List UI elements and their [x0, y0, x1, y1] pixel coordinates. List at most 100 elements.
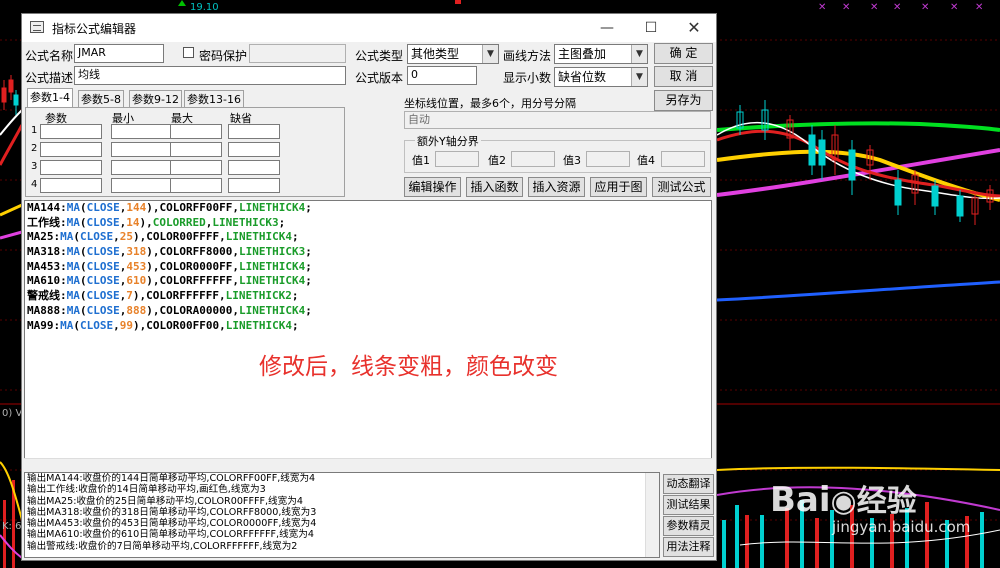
code-token: ( — [80, 201, 87, 214]
code-token: CLOSE — [86, 201, 120, 214]
formula-name-input[interactable]: JMAR — [74, 44, 164, 63]
param-name-field[interactable] — [40, 160, 102, 175]
tab-params-1-4[interactable]: 参数1-4 — [27, 88, 73, 108]
svg-text:✕: ✕ — [975, 2, 983, 13]
volume-axis-label: 0) V — [2, 408, 22, 419]
paw-icon: ◉ — [830, 484, 857, 519]
param-min-field[interactable] — [111, 160, 173, 175]
code-token: ),COLORFF8000, — [146, 245, 239, 259]
param-wizard-button[interactable]: 参数精灵 — [663, 516, 714, 536]
code-token: LINETHICK4 — [238, 259, 306, 273]
horizontal-scrollbar[interactable] — [24, 458, 712, 473]
yaxis-value-4-input[interactable] — [661, 151, 705, 167]
coord-input[interactable]: 自动 — [404, 111, 711, 129]
yaxis-group: 额外Y轴分界 值1 值2 值3 值4 — [404, 133, 711, 173]
param-min-field[interactable] — [111, 142, 173, 157]
param-default-field[interactable] — [228, 142, 280, 157]
param-min-field[interactable] — [111, 124, 173, 139]
code-token: CLOSE — [86, 289, 120, 303]
code-token: ; — [305, 245, 312, 259]
param-max-field[interactable] — [170, 160, 222, 175]
code-line[interactable]: MA888:MA(CLOSE,888),COLORA00000,LINETHIC… — [25, 304, 711, 319]
password-checkbox[interactable] — [183, 47, 194, 58]
param-default-field[interactable] — [228, 178, 280, 193]
code-token: CLOSE — [86, 274, 120, 288]
vertical-scrollbar[interactable] — [645, 473, 659, 557]
code-token: 144 — [126, 201, 147, 214]
ok-button[interactable]: 确 定 — [654, 43, 713, 64]
draw-method-select[interactable]: 主图叠加 ▼ — [554, 44, 648, 64]
tab-params-5-8[interactable]: 参数5-8 — [78, 90, 124, 108]
code-line[interactable]: MA99:MA(CLOSE,99),COLOR00FF00,LINETHICK4… — [25, 319, 711, 334]
minimize-icon[interactable]: — — [585, 14, 629, 42]
output-line: 输出MA25:收盘价的25日简单移动平均,COLOR00FFFF,线宽为4 — [27, 495, 303, 507]
param-row-label: 4 — [31, 179, 38, 190]
insert-function-button[interactable]: 插入函数 — [466, 177, 523, 197]
code-token: ; — [305, 201, 312, 214]
tab-params-13-16[interactable]: 参数13-16 — [184, 90, 244, 108]
param-min-field[interactable] — [111, 178, 173, 193]
param-name-field[interactable] — [40, 124, 102, 139]
param-name-field[interactable] — [40, 178, 102, 193]
chevron-down-icon[interactable]: ▼ — [631, 68, 647, 86]
code-token: ( — [80, 259, 87, 273]
code-token: CLOSE — [80, 318, 114, 332]
param-max-field[interactable] — [170, 124, 222, 139]
maximize-icon[interactable]: ☐ — [629, 14, 673, 42]
dialog-title: 指标公式编辑器 — [52, 22, 137, 36]
code-area[interactable]: MA144:MA(CLOSE,144),COLORFF00FF,LINETHIC… — [25, 201, 711, 333]
insert-resource-button[interactable]: 插入资源 — [528, 177, 585, 197]
code-line[interactable]: 工作线:MA(CLOSE,14),COLORRED,LINETHICK3; — [25, 216, 711, 231]
param-max-field[interactable] — [170, 178, 222, 193]
code-token: ( — [79, 215, 87, 229]
param-row-label: 3 — [31, 161, 38, 172]
close-icon[interactable]: ✕ — [672, 14, 716, 42]
code-line[interactable]: MA144:MA(CLOSE,144),COLORFF00FF,LINETHIC… — [25, 201, 711, 216]
code-token: ( — [73, 230, 80, 244]
code-token: LINETHICK3 — [238, 245, 306, 259]
code-line[interactable]: MA318:MA(CLOSE,318),COLORFF8000,LINETHIC… — [25, 245, 711, 260]
code-token: ; — [305, 274, 312, 288]
password-input[interactable] — [249, 44, 346, 63]
cancel-button[interactable]: 取 消 — [654, 66, 713, 87]
code-line[interactable]: 警戒线:MA(CLOSE,7),COLORFFFFFF,LINETHICK2; — [25, 289, 711, 304]
code-token: 25 — [119, 230, 133, 244]
code-token: , — [113, 318, 120, 332]
tab-params-9-12[interactable]: 参数9-12 — [129, 90, 182, 108]
chevron-down-icon[interactable]: ▼ — [631, 45, 647, 63]
yaxis-value-3-input[interactable] — [586, 151, 630, 167]
param-default-field[interactable] — [228, 160, 280, 175]
code-line[interactable]: MA453:MA(CLOSE,453),COLOR0000FF,LINETHIC… — [25, 260, 711, 275]
chevron-down-icon[interactable]: ▼ — [482, 45, 498, 63]
code-token: CLOSE — [86, 215, 120, 229]
code-line[interactable]: MA610:MA(CLOSE,610),COLORFFFFFF,LINETHIC… — [25, 274, 711, 289]
formula-desc-input[interactable]: 均线 — [74, 66, 346, 85]
yaxis-value-1-input[interactable] — [435, 151, 479, 167]
formula-type-select[interactable]: 其他类型 ▼ — [407, 44, 499, 64]
code-token: ; — [291, 289, 299, 303]
title-bar[interactable]: 指标公式编辑器 — ☐ ✕ — [22, 14, 716, 42]
code-token: MA453: — [27, 259, 67, 273]
code-token: 99 — [119, 318, 133, 332]
code-token: MA144: — [27, 201, 67, 214]
param-name-field[interactable] — [40, 142, 102, 157]
code-line[interactable]: MA25:MA(CLOSE,25),COLOR00FFFF,LINETHICK4… — [25, 230, 711, 245]
param-default-field[interactable] — [228, 124, 280, 139]
test-result-button[interactable]: 测试结果 — [663, 495, 714, 515]
yaxis-value-2-input[interactable] — [511, 151, 555, 167]
code-token: 警戒线: — [27, 289, 67, 303]
param-max-field[interactable] — [170, 142, 222, 157]
usage-notes-button[interactable]: 用法注释 — [663, 537, 714, 557]
svg-text:✕: ✕ — [818, 2, 826, 13]
formula-code-editor[interactable]: MA144:MA(CLOSE,144),COLORFF00FF,LINETHIC… — [24, 200, 712, 470]
code-token: CLOSE — [86, 303, 120, 317]
decimal-select[interactable]: 缺省位数 ▼ — [554, 67, 648, 87]
apply-to-chart-button[interactable]: 应用于图 — [590, 177, 647, 197]
code-token: LINETHICK4 — [238, 201, 306, 214]
test-formula-button[interactable]: 测试公式 — [652, 177, 711, 197]
formula-version-input[interactable]: 0 — [407, 66, 477, 85]
dynamic-translate-button[interactable]: 动态翻译 — [663, 474, 714, 494]
edit-operation-button[interactable]: 编辑操作 — [404, 177, 461, 197]
save-as-button[interactable]: 另存为 — [654, 90, 713, 111]
output-line: 输出工作线:收盘价的14日简单移动平均,画红色,线宽为3 — [27, 484, 266, 496]
